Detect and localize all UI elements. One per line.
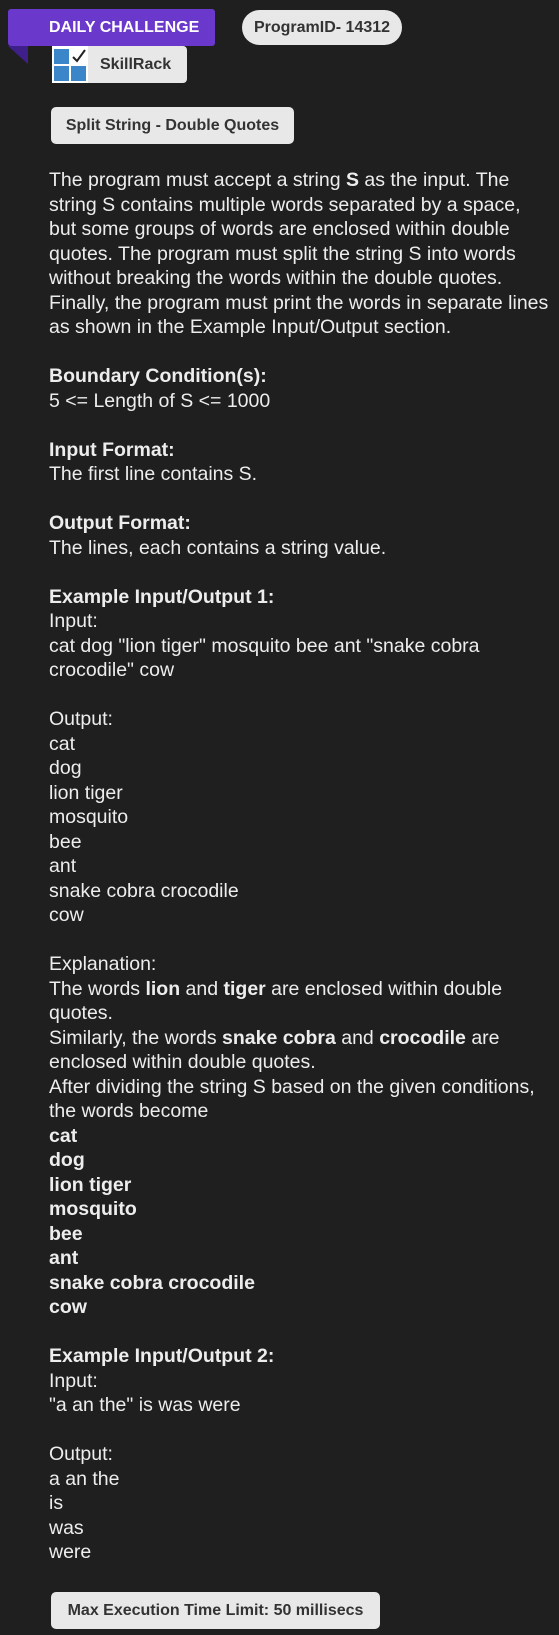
example2-heading: Example Input/Output 2:: [49, 1345, 275, 1367]
example1-output-list: cat dog lion tiger mosquito bee ant snak…: [49, 732, 549, 928]
example2-input-value: "a an the" is was were: [49, 1394, 241, 1416]
skillrack-logo-icon: [52, 46, 88, 83]
variable-s: S: [345, 169, 359, 191]
example1-input-label: Input:: [49, 610, 98, 632]
word-line: cow: [49, 1296, 87, 1318]
example1-output-label: Output:: [49, 708, 113, 730]
word-line: lion tiger: [49, 1173, 132, 1196]
word-line: cat: [49, 1124, 78, 1147]
example2-output-label: Output:: [49, 1443, 113, 1465]
problem-content: The program must accept a string S as th…: [49, 168, 549, 1565]
execution-time-limit: Max Execution Time Limit: 50 millisecs: [51, 1592, 380, 1629]
word-line: snake cobra crocodile: [49, 1271, 255, 1294]
explanation-line-3: After dividing the string S based on the…: [49, 1075, 535, 1123]
daily-challenge-badge: DAILY CHALLENGE: [8, 9, 215, 46]
output-line: cat: [49, 732, 76, 755]
explanation-word-list: cat dog lion tiger mosquito bee ant snak…: [49, 1124, 549, 1320]
output-line: snake cobra crocodile: [49, 879, 239, 902]
explanation-label: Explanation:: [49, 953, 157, 975]
input-format-text: The first line contains S.: [49, 463, 258, 485]
explanation-line-2: Similarly, the words snake cobra and cro…: [49, 1026, 500, 1074]
output-line: was: [49, 1516, 84, 1539]
output-line: dog: [49, 757, 82, 779]
output-line: mosquito: [49, 806, 129, 828]
word-line: mosquito: [49, 1198, 137, 1220]
ribbon-fold: [8, 46, 28, 64]
input-format-heading: Input Format:: [49, 438, 175, 461]
output-line: lion tiger: [49, 781, 123, 804]
example1-heading: Example Input/Output 1:: [49, 585, 275, 608]
output-line: were: [49, 1541, 92, 1563]
boundary-text: 5 <= Length of S <= 1000: [49, 389, 271, 412]
problem-description: The program must accept a string S as th…: [49, 169, 549, 338]
example2-input-label: Input:: [49, 1369, 98, 1392]
skillrack-logo-badge[interactable]: SkillRack: [52, 46, 187, 83]
output-line: a an the: [49, 1467, 120, 1490]
output-format-text: The lines, each contains a string value.: [49, 536, 387, 559]
problem-title: Split String - Double Quotes: [51, 107, 294, 144]
example2-output-list: a an the is was were: [49, 1467, 549, 1565]
output-line: ant: [49, 855, 77, 877]
program-id-badge: ProgramID- 14312: [242, 10, 402, 45]
output-line: is: [49, 1492, 64, 1514]
word-line: bee: [49, 1222, 83, 1245]
explanation-line-1: The words lion and tiger are enclosed wi…: [49, 977, 503, 1025]
example1-input-value: cat dog "lion tiger" mosquito bee ant "s…: [49, 634, 480, 682]
output-line: bee: [49, 830, 82, 853]
word-line: dog: [49, 1149, 85, 1171]
output-line: cow: [49, 904, 84, 926]
output-format-heading: Output Format:: [49, 512, 191, 534]
boundary-heading: Boundary Condition(s):: [49, 365, 267, 387]
word-line: ant: [49, 1247, 79, 1269]
brand-name: SkillRack: [100, 56, 172, 73]
